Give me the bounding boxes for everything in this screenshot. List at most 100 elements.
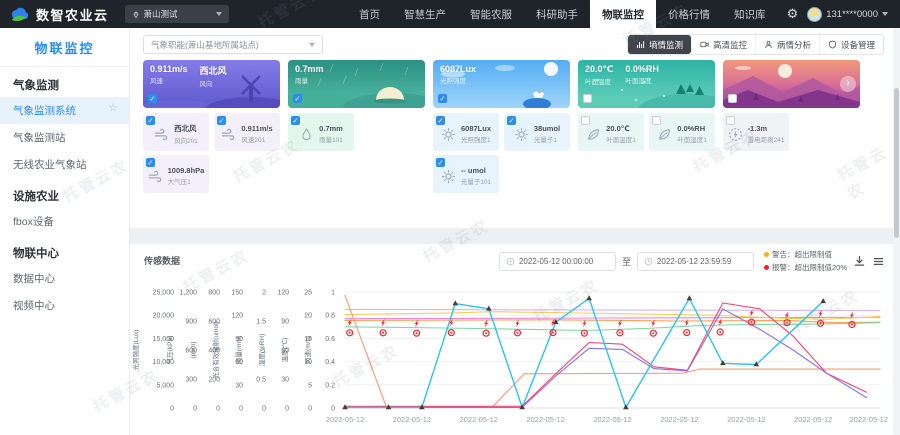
svg-text:气压(kPa): 气压(kPa) xyxy=(165,336,174,365)
svg-text:2022-05-12: 2022-05-12 xyxy=(794,415,832,424)
bars-icon xyxy=(636,40,645,49)
card-label: 光照强度 xyxy=(440,75,476,85)
svg-text:25: 25 xyxy=(304,290,312,297)
sidebar-title: 物联监控 xyxy=(0,28,129,67)
sensor-tile[interactable]: ✓0.911m/s风速201 xyxy=(214,113,280,151)
checkbox[interactable]: ✓ xyxy=(146,116,155,125)
nav-item-active[interactable]: 物联监控 xyxy=(590,0,656,28)
cloud-leaf-logo-icon xyxy=(10,7,30,22)
svg-text:20: 20 xyxy=(304,313,312,320)
svg-text:0.8: 0.8 xyxy=(325,313,335,320)
tile-value: 38umol xyxy=(534,124,560,133)
svg-text:0: 0 xyxy=(285,406,289,413)
favorite-star-icon[interactable]: ☆ xyxy=(108,101,118,114)
sidebar-item[interactable]: 视频中心 xyxy=(0,292,129,319)
sensor-tile[interactable]: ✓西北风风向201 xyxy=(143,113,209,151)
weather-card-green[interactable]: 0.7mm雨量✓ xyxy=(288,60,425,108)
checkbox[interactable]: ✓ xyxy=(438,94,447,103)
mode-tab-bars[interactable]: 墒情监测 xyxy=(628,35,691,54)
checkbox[interactable]: ✓ xyxy=(148,94,157,103)
checkbox[interactable]: ✓ xyxy=(436,158,445,167)
tile-value: 西北风 xyxy=(174,123,198,134)
svg-text:0: 0 xyxy=(193,406,197,413)
checkbox[interactable]: ✓ xyxy=(507,116,516,125)
user-phone: 131****0000 xyxy=(826,9,878,20)
checkbox[interactable]: ✓ xyxy=(291,116,300,125)
card-value: 0.0%RH xyxy=(625,64,659,74)
sensor-tile[interactable]: ✓1009.8hPa大气压1 xyxy=(143,155,209,193)
device-dropdown[interactable]: 气象职能(萧山基地所属站点) xyxy=(143,35,323,54)
weather-card-teal[interactable]: 20.0℃叶面温度0.0%RH叶面湿度 xyxy=(578,60,715,108)
svg-text:2022-05-12: 2022-05-12 xyxy=(460,415,498,424)
nav-item-link[interactable]: 科研助手 xyxy=(524,0,590,28)
checkbox[interactable]: ✓ xyxy=(217,116,226,125)
date-from-input[interactable]: 2022-05-12 00:00:00 xyxy=(499,252,616,271)
mode-tab-camera[interactable]: 高清监控 xyxy=(691,35,755,54)
sidebar-item[interactable]: 气象监测系统☆ xyxy=(0,97,129,124)
weather-card-sky[interactable]: 6087Lux光照强度✓ xyxy=(433,60,570,108)
sensor-tile[interactable]: ✓0.7mm雨量101 xyxy=(288,113,354,151)
tile-value: 0.911m/s xyxy=(241,124,272,133)
settings-gear-icon[interactable]: ⚙ xyxy=(778,0,808,28)
page-scrollbar[interactable] xyxy=(893,28,900,435)
sidebar-item[interactable]: fbox设备 xyxy=(0,208,129,235)
sensor-tile[interactable]: 0.0%RH叶面湿度1 xyxy=(649,113,715,151)
tile-value: 1009.8hPa xyxy=(168,166,205,175)
nav-item-link[interactable]: 知识库 xyxy=(722,0,778,28)
svg-text:0: 0 xyxy=(239,406,243,413)
tile-label: 雷电距离241 xyxy=(748,134,785,144)
mode-tab-shield[interactable]: 设备管理 xyxy=(819,35,883,54)
sensor-tile[interactable]: ✓38umol光量子1 xyxy=(504,113,570,151)
droplet-icon xyxy=(299,127,314,142)
svg-text:150: 150 xyxy=(231,290,243,297)
wind-icon xyxy=(154,127,169,142)
sidebar-item[interactable]: 数据中心 xyxy=(0,265,129,292)
svg-text:120: 120 xyxy=(277,290,289,297)
checkbox[interactable] xyxy=(581,116,590,125)
sidebar-item[interactable]: 无线农业气象站 xyxy=(0,151,129,178)
device-dropdown-value: 气象职能(萧山基地所属站点) xyxy=(151,39,259,51)
nav-item-link[interactable]: 首页 xyxy=(347,0,392,28)
card-label: 叶面温度 xyxy=(585,76,613,86)
sensor-tile[interactable]: ✓-- umol光量子101 xyxy=(433,155,499,193)
sensor-tile[interactable]: 20.0℃叶面温度1 xyxy=(578,113,644,151)
site-selector[interactable]: 萧山测试 xyxy=(125,5,229,23)
weather-card-purple[interactable]: 0.911m/s风速西北风风向✓ xyxy=(143,60,280,108)
sensor-tile[interactable]: -1.3m雷电距离241 xyxy=(723,113,789,151)
svg-text:30: 30 xyxy=(235,382,243,389)
checkbox[interactable]: ✓ xyxy=(146,158,155,167)
svg-text:光合有效辐射(umol): 光合有效辐射(umol) xyxy=(211,321,220,378)
sun-icon xyxy=(441,169,456,184)
mode-tab-person[interactable]: 病情分析 xyxy=(755,35,819,54)
sensor-tile[interactable]: ✓6087Lux光照强度1 xyxy=(433,113,499,151)
svg-text:25,000: 25,000 xyxy=(153,290,175,297)
carousel-next-button[interactable]: › xyxy=(840,76,856,92)
svg-text:90: 90 xyxy=(281,319,289,326)
nav-item-link[interactable]: 价格行情 xyxy=(656,0,722,28)
chart-menu-icon[interactable] xyxy=(872,255,885,268)
leaf-icon xyxy=(657,127,672,142)
user-menu[interactable]: 131****0000 xyxy=(807,0,900,28)
svg-text:0.5: 0.5 xyxy=(256,377,266,384)
date-to-input[interactable]: 2022-05-12 23:59:59 xyxy=(637,252,754,271)
checkbox[interactable] xyxy=(728,94,737,103)
checkbox[interactable] xyxy=(583,94,592,103)
scrollbar-thumb[interactable] xyxy=(894,88,899,238)
checkbox[interactable]: ✓ xyxy=(293,94,302,103)
nav-item-link[interactable]: 智慧生产 xyxy=(392,0,458,28)
nav-item-link[interactable]: 智能农服 xyxy=(458,0,524,28)
svg-text:5,000: 5,000 xyxy=(156,382,174,389)
download-icon[interactable] xyxy=(853,255,866,268)
checkbox[interactable] xyxy=(652,116,661,125)
legend-dot xyxy=(764,265,769,270)
date-from-value: 2022-05-12 00:00:00 xyxy=(519,257,593,266)
checkbox[interactable] xyxy=(726,116,735,125)
svg-text:2022-05-12: 2022-05-12 xyxy=(850,415,888,424)
sun-icon xyxy=(441,127,456,142)
weather-card-sunset[interactable]: › xyxy=(723,60,860,108)
sidebar-section-header: 物联中心 xyxy=(0,235,129,265)
checkbox[interactable]: ✓ xyxy=(436,116,445,125)
svg-text:120: 120 xyxy=(231,313,243,320)
svg-text:0: 0 xyxy=(331,406,335,413)
sidebar-item[interactable]: 气象监测站 xyxy=(0,124,129,151)
